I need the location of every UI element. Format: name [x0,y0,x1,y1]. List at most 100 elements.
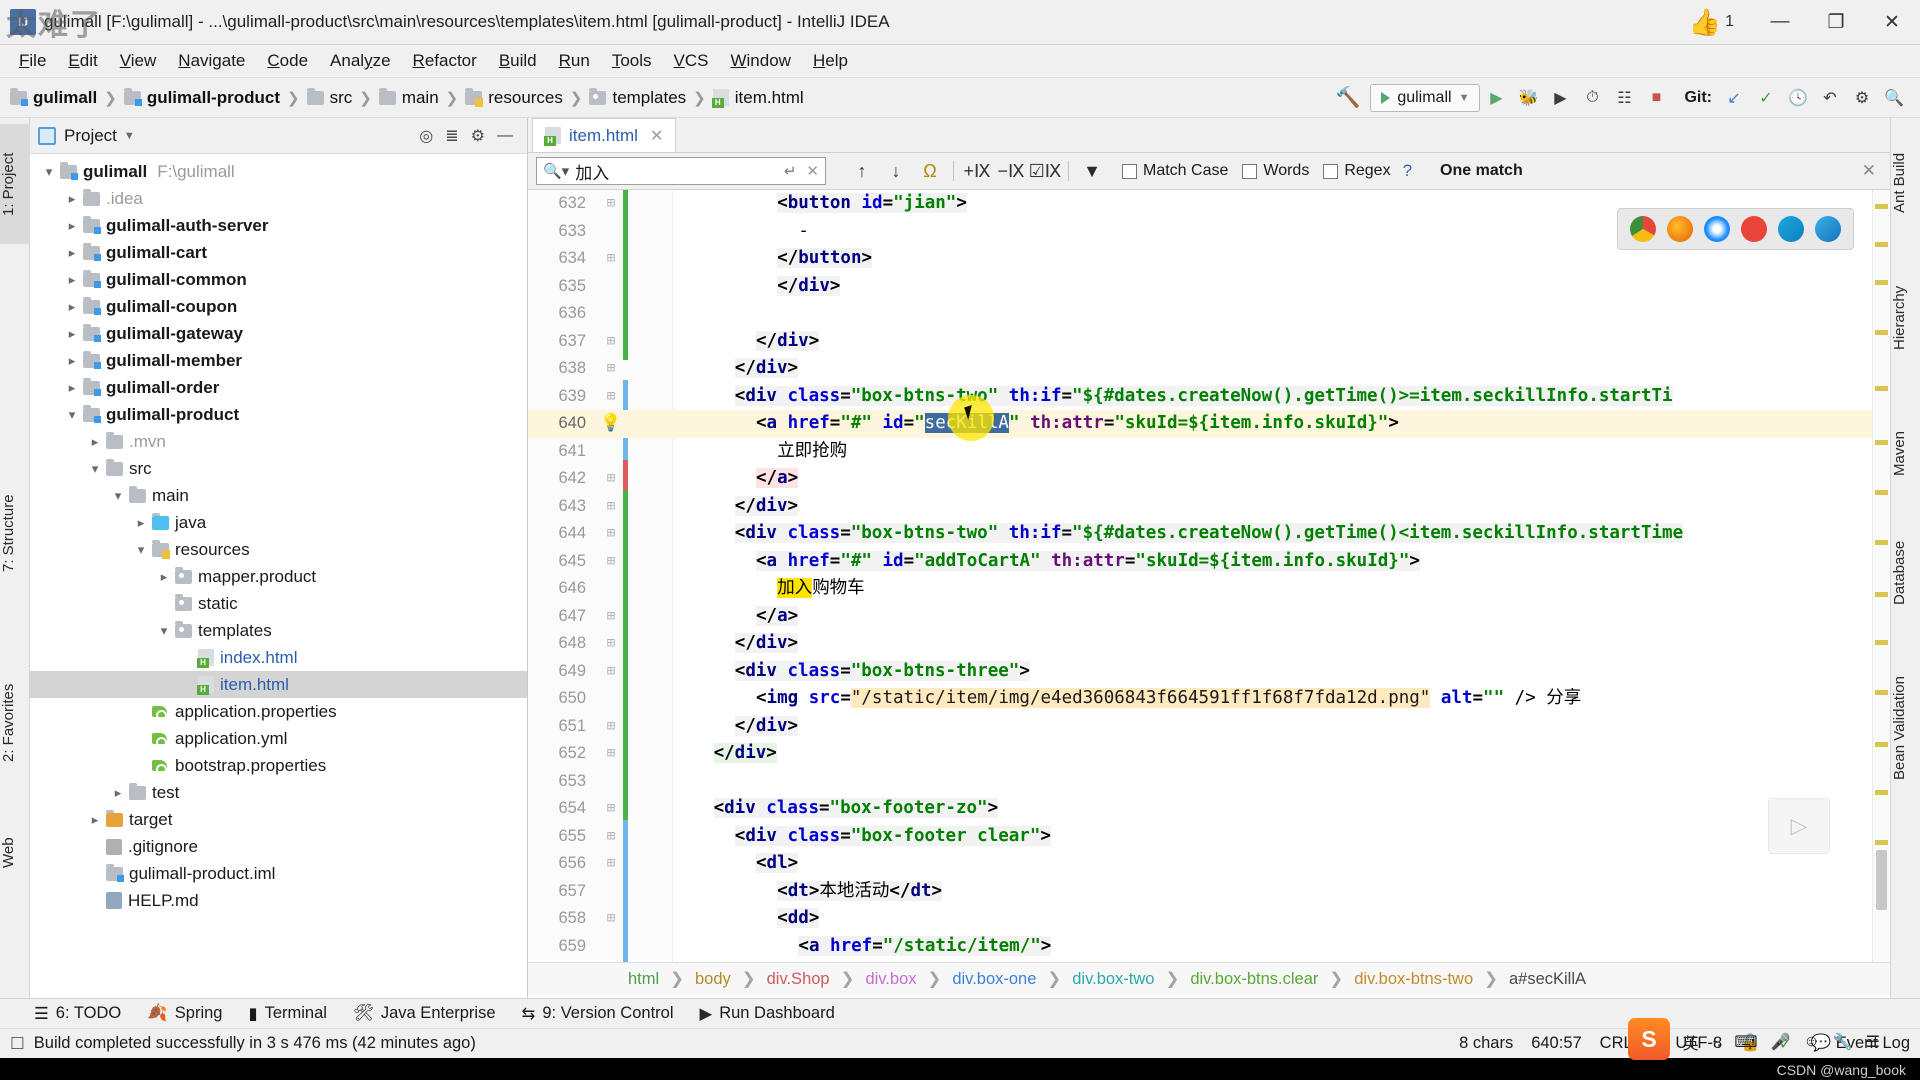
code-line-652[interactable]: 652 ⊞ </div> [528,740,1890,768]
opera-icon[interactable] [1741,216,1767,242]
menu-help[interactable]: Help [802,48,859,74]
code-line-649[interactable]: 649 ⊞ <div class="box-btns-three"> [528,658,1890,686]
menu-code[interactable]: Code [256,48,319,74]
fold-marker-icon[interactable]: ⊞ [594,905,628,933]
sidebar-item-favorites[interactable]: 2: Favorites [0,648,30,798]
maximize-button[interactable]: ❐ [1808,0,1864,45]
firefox-icon[interactable] [1667,216,1693,242]
tree-item-gulimall-product-iml[interactable]: gulimall-product.iml [30,860,527,887]
menu-tools[interactable]: Tools [601,48,663,74]
locate-icon[interactable]: ◎ [419,126,433,146]
select-all-in-file-icon[interactable]: ☑Ⅸ [1029,156,1062,186]
tree-item-application-properties[interactable]: application.properties [30,698,527,725]
code-line-655[interactable]: 655 ⊞ <div class="box-footer clear"> [528,823,1890,851]
tree-item-gulimall-gateway[interactable]: ▸ gulimall-gateway [30,320,527,347]
toolbox-icon[interactable]: 🔧 [1833,1032,1853,1052]
code-line-653[interactable]: 653 [528,768,1890,796]
menu-run[interactable]: Run [548,48,601,74]
minimize-button[interactable]: — [1752,0,1808,45]
code-line-646[interactable]: 646 加入购物车 [528,575,1890,603]
code-line-648[interactable]: 648 ⊞ </div> [528,630,1890,658]
tree-item-gulimall-order[interactable]: ▸ gulimall-order [30,374,527,401]
editor-scrollbar[interactable] [1872,190,1890,962]
code-line-650[interactable]: 650 <img src="/static/item/img/e4ed360684… [528,685,1890,713]
chevron-right-icon[interactable]: ▸ [84,434,106,450]
intention-bulb-icon[interactable]: 💡 [594,410,628,439]
code-line-642[interactable]: 642 ⊞ </a> [528,465,1890,493]
search-everywhere-icon[interactable]: 🔍 [1879,84,1909,112]
sidebar-item-maven[interactable]: Maven [1891,408,1920,498]
chevron-right-icon[interactable]: ▸ [61,326,83,342]
ime-language-label[interactable]: 英 [1683,1030,1699,1054]
select-all-occurrences-icon[interactable]: Ω [914,156,946,186]
breadcrumb-html[interactable]: html [628,970,659,989]
tree-item-help-md[interactable]: HELP.md [30,887,527,914]
close-find-bar-icon[interactable]: ✕ [1862,161,1882,181]
tree-item-resources[interactable]: ▾ resources [30,536,527,563]
keyboard-icon[interactable]: ⌨ [1734,1032,1757,1052]
chevron-down-icon[interactable]: ▾ [84,461,106,477]
tree-item-gulimall[interactable]: ▾ gulimall F:\gulimall [30,158,527,185]
regex-checkbox[interactable]: Regex [1323,162,1391,180]
chevron-down-icon[interactable]: ▼ [124,130,135,142]
sidebar-item-hierarchy[interactable]: Hierarchy [1891,258,1920,378]
tree-item-gulimall-cart[interactable]: ▸ gulimall-cart [30,239,527,266]
tree-item-gulimall-product[interactable]: ▾ gulimall-product [30,401,527,428]
fold-marker-icon[interactable]: ⊞ [594,328,628,356]
fold-marker-icon[interactable]: ⊞ [594,850,628,878]
navbar-crumb-gulimall[interactable]: gulimall [10,87,97,108]
tree-item-mapper-product[interactable]: ▸ mapper.product [30,563,527,590]
code-line-657[interactable]: 657 <dt>本地活动</dt> [528,878,1890,906]
fold-marker-icon[interactable]: ⊞ [594,465,628,493]
sogou-input-icon[interactable]: S [1628,1018,1670,1060]
run-configuration-selector[interactable]: gulimall ▼ [1370,83,1481,112]
fold-marker-icon[interactable]: ⊞ [594,355,628,383]
code-line-654[interactable]: 654 ⊞ <div class="box-footer-zo"> [528,795,1890,823]
next-occurrence-icon[interactable]: ↓ [880,156,912,186]
run-with-coverage-icon[interactable]: ▶ [1545,84,1575,112]
chevron-right-icon[interactable]: ▸ [84,812,106,828]
tree-item-gulimall-auth-server[interactable]: ▸ gulimall-auth-server [30,212,527,239]
git-commit-icon[interactable]: ✓ [1751,84,1781,112]
browser-preview-popup[interactable] [1617,208,1854,250]
chevron-down-icon[interactable]: ▾ [153,623,175,639]
fold-marker-icon[interactable]: ⊞ [594,383,628,411]
run-icon[interactable]: ▶ [1481,84,1511,112]
tree-item-index-html[interactable]: index.html [30,644,527,671]
code-line-639[interactable]: 639 ⊞ <div class="box-btns-two" th:if="${#… [528,383,1890,411]
words-checkbox[interactable]: Words [1242,162,1309,180]
fold-marker-icon[interactable]: ⊞ [594,548,628,576]
tree-item-gitignore[interactable]: .gitignore [30,833,527,860]
toolwindow-version-control[interactable]: ⇆ 9: Version Control [522,1004,674,1024]
navbar-crumb-resources[interactable]: resources [465,87,563,108]
menu-refactor[interactable]: Refactor [402,48,488,74]
breadcrumb-div-box[interactable]: div.box [865,970,916,989]
tree-item-idea[interactable]: ▸ .idea [30,185,527,212]
prev-occurrence-icon[interactable]: ↑ [846,156,878,186]
build-hammer-icon[interactable]: 🔨 [1333,84,1363,112]
enter-icon[interactable]: ↵ [784,162,797,180]
project-tree[interactable]: ▾ gulimall F:\gulimall ▸ .idea ▸ gulimall-auth… [30,154,527,914]
chevron-down-icon[interactable]: ▾ [38,164,60,180]
gear-icon[interactable]: ⚙ [471,126,485,146]
menu-navigate[interactable]: Navigate [167,48,256,74]
fold-marker-icon[interactable]: ⊞ [594,630,628,658]
tree-item-main[interactable]: ▾ main [30,482,527,509]
menu-build[interactable]: Build [488,48,548,74]
toolwindow-spring[interactable]: 🍂 Spring [147,1004,222,1023]
breadcrumb-a-seckilla[interactable]: a#secKillA [1509,970,1586,989]
profile-icon[interactable]: ⏱ [1577,84,1607,112]
chevron-right-icon[interactable]: ▸ [107,785,129,801]
fold-marker-icon[interactable]: ⊞ [594,603,628,631]
ime-punctuation-icon[interactable]: ·, [1712,1033,1722,1051]
menu-window[interactable]: Window [719,48,801,74]
git-update-icon[interactable]: ↙ [1719,84,1749,112]
tree-item-mvn[interactable]: ▸ .mvn [30,428,527,455]
ime-menu-icon[interactable]: ☰ [1866,1032,1880,1052]
chevron-right-icon[interactable]: ▸ [61,218,83,234]
notification-icon[interactable]: 👍 [1689,7,1721,38]
hide-icon[interactable]: — [497,127,513,145]
chevron-right-icon[interactable]: ▸ [61,353,83,369]
chevron-right-icon[interactable]: ▸ [130,515,152,531]
breadcrumb-div-box-one[interactable]: div.box-one [952,970,1036,989]
